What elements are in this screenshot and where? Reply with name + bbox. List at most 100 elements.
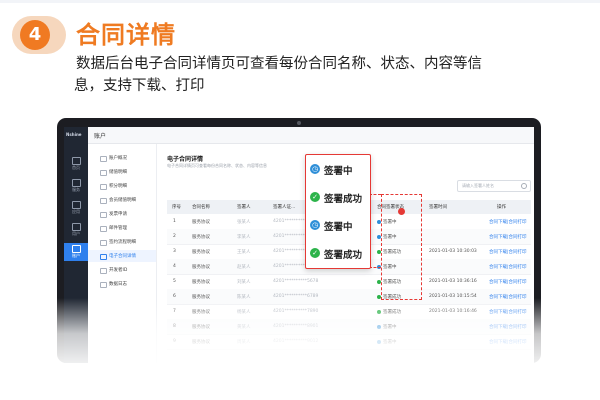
cell-action[interactable]: 合同下载|合同打印 (489, 324, 527, 330)
sidebar-item-account-overview[interactable]: 账户概况 (88, 152, 156, 164)
table-row: 9 服务协议 周某人 4201**********9012 签署中 合同下载|合同打印 (167, 334, 531, 350)
nav-rail: Nshine 首页 服务 应用 用户 账户 (64, 127, 88, 363)
rail-item-service[interactable]: 服务 (64, 177, 88, 195)
check-icon: ✓ (310, 192, 320, 202)
rail-label: 服务 (72, 187, 80, 192)
cell-name: 服务协议 (192, 220, 210, 225)
app-header: 账户 (88, 127, 534, 144)
status-text: 签署成功 (383, 310, 401, 315)
sidebar-item-data-log[interactable]: 数据日志 (88, 278, 156, 290)
cell-no: 1 (173, 219, 176, 224)
cell-name: 服务协议 (192, 235, 210, 240)
rail-label: 用户 (72, 231, 80, 236)
cell-no: 4 (173, 264, 176, 269)
cell-action[interactable]: 合同下载|合同打印 (489, 294, 527, 300)
sidebar-item-points[interactable]: 积分明细 (88, 180, 156, 192)
search-placeholder: 请输入签署人姓名 (462, 183, 494, 188)
rail-item-account[interactable]: 账户 (64, 243, 88, 261)
home-icon (72, 157, 81, 165)
sidebar-item-mail[interactable]: 邮件管理 (88, 222, 156, 234)
sidebar-item-label: 积分明细 (109, 184, 127, 189)
sidebar-item-label: 邮件管理 (109, 226, 127, 231)
cell-action[interactable]: 合同下载|合同打印 (489, 309, 527, 315)
user-icon (72, 223, 81, 231)
sidebar-item-label: 储值明细 (109, 170, 127, 175)
col-header: 合同名称 (192, 205, 210, 210)
col-header: 操作 (497, 205, 506, 210)
webcam (297, 121, 301, 125)
rail-item-home[interactable]: 首页 (64, 155, 88, 173)
cell-action[interactable]: 合同下载|合同打印 (489, 249, 527, 255)
sidebar-item-stored-value[interactable]: 储值明细 (88, 166, 156, 178)
apps-icon (72, 201, 81, 209)
doc-icon (100, 212, 107, 218)
sidebar-item-developer-id[interactable]: 开发者ID (88, 264, 156, 276)
sidebar-item-contract-details[interactable]: 电子合同详情 (88, 250, 156, 262)
sidebar-item-label: 会员储值明细 (109, 198, 136, 203)
highlight-dot (398, 208, 405, 215)
callout-item: ✓ 签署成功 (306, 184, 370, 210)
doc-icon (100, 268, 107, 274)
clock-icon: ◷ (310, 164, 320, 174)
rail-label: 首页 (72, 165, 80, 170)
service-icon (72, 179, 81, 187)
cell-id: 4201**********5678 (273, 279, 319, 284)
cell-id: 4201**********9012 (273, 339, 319, 344)
cell-signer: 周某人 (237, 340, 251, 345)
cell-action[interactable]: 合同下载|合同打印 (489, 219, 527, 225)
table-row: 8 服务协议 黄某人 4201**********8901 签署中 合同下载|合同打印 (167, 319, 531, 335)
app-logo: Nshine (66, 132, 82, 137)
cell-signer: 赵某人 (237, 265, 251, 270)
cell-action[interactable]: 合同下载|合同打印 (489, 264, 527, 270)
top-strip (0, 0, 600, 3)
cell-no: 5 (173, 279, 176, 284)
laptop-screen: Nshine 首页 服务 应用 用户 账户 账户 账户概况 储值明细 积分明细 … (64, 127, 534, 363)
cell-signer: 刘某人 (237, 280, 251, 285)
rail-label: 应用 (72, 209, 80, 214)
section-description: 数据后台电子合同详情页可查看每份合同名称、状态、内容等信 息，支持下载、打印 (74, 53, 576, 97)
cell-status: 签署中 (377, 324, 397, 330)
cell-signer: 李某人 (237, 235, 251, 240)
cell-action[interactable]: 合同下载|合同打印 (489, 339, 527, 345)
sidebar-item-invoice[interactable]: 发票申请 (88, 208, 156, 220)
table-row: 6 服务协议 陈某人 4201**********6789 签署成功 2021-01-03… (167, 289, 531, 305)
description-line-2: 息，支持下载、打印 (74, 78, 205, 94)
search-input[interactable]: 请输入签署人姓名 (457, 180, 531, 192)
callout-label: 签署中 (324, 166, 353, 177)
cell-name: 服务协议 (192, 325, 210, 330)
cell-time: 2021-01-03 10:16:46 (429, 309, 477, 314)
table-row: 5 服务协议 刘某人 4201**********5678 签署成功 2021-01-03… (167, 274, 531, 290)
sidebar-item-label: 发票申请 (109, 212, 127, 217)
status-text: 签署中 (383, 340, 397, 345)
sidebar: 账户概况 储值明细 积分明细 会员储值明细 发票申请 邮件管理 签约流程明细 电… (88, 144, 157, 363)
callout-item: ◷ 签署中 (306, 156, 370, 182)
cell-name: 服务协议 (192, 340, 210, 345)
cell-time: 2021-01-03 10:30:03 (429, 249, 477, 254)
col-header: 签署人 (237, 205, 251, 210)
cell-id: 4201**********8901 (273, 324, 319, 329)
status-callout: ◷ 签署中 ✓ 签署成功 ◷ 签署中 ✓ 签署成功 (305, 154, 371, 269)
cell-id: 4201**********7890 (273, 309, 319, 314)
cell-action[interactable]: 合同下载|合同打印 (489, 234, 527, 240)
callout-item: ◷ 签署中 (306, 212, 370, 238)
step-badge: 4 (12, 16, 66, 54)
page-title: 电子合同详情 (167, 156, 204, 163)
table-row: 7 服务协议 杨某人 4201**********7890 签署成功 2021-01-03… (167, 304, 531, 320)
app-header-title: 账户 (94, 133, 107, 140)
sidebar-item-member-value[interactable]: 会员储值明细 (88, 194, 156, 206)
rail-item-apps[interactable]: 应用 (64, 199, 88, 217)
cell-action[interactable]: 合同下载|合同打印 (489, 279, 527, 285)
pending-dot-icon (377, 324, 381, 329)
search-icon (521, 183, 527, 189)
doc-icon (100, 170, 107, 176)
cell-signer: 杨某人 (237, 310, 251, 315)
cell-name: 服务协议 (192, 265, 210, 270)
rail-item-users[interactable]: 用户 (64, 221, 88, 239)
cell-no: 3 (173, 249, 176, 254)
cell-signer: 张某人 (237, 220, 251, 225)
sidebar-item-sign-flow[interactable]: 签约流程明细 (88, 236, 156, 248)
cell-no: 7 (173, 309, 176, 314)
cell-name: 服务协议 (192, 280, 210, 285)
cell-time: 2021-01-03 10:15:54 (429, 294, 477, 299)
cell-name: 服务协议 (192, 250, 210, 255)
